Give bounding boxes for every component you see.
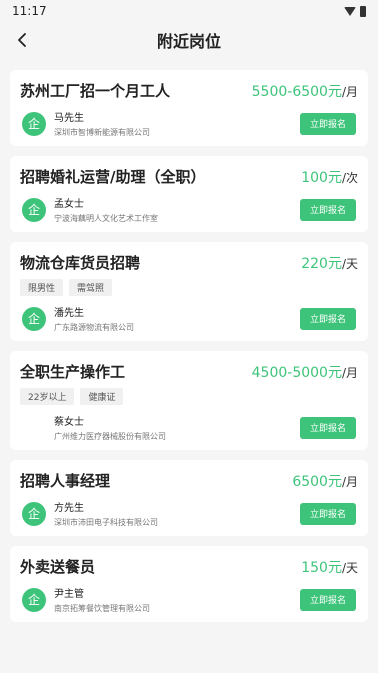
job-title: 外卖送餐员 bbox=[20, 558, 96, 576]
job-title: 招聘人事经理 bbox=[20, 472, 111, 490]
job-tag: 限男性 bbox=[20, 279, 64, 296]
job-tag: 22岁以上 bbox=[20, 388, 75, 405]
contact-name: 孟女士 bbox=[54, 199, 84, 210]
salary-amount: 220元 bbox=[301, 255, 342, 272]
company-logo bbox=[22, 416, 46, 440]
job-card[interactable]: 全职生产操作工 4500-5000元/月 22岁以上 健康证 蔡女士 广州维力医疗… bbox=[10, 351, 368, 450]
company-logo: 企 bbox=[22, 306, 46, 331]
job-header: 外卖送餐员 150元/天 bbox=[20, 556, 358, 577]
header: 附近岗位 bbox=[0, 22, 378, 58]
company-name: 宁波海藕明人文化艺术工作室 bbox=[54, 214, 158, 223]
job-header: 招聘人事经理 6500元/月 bbox=[20, 470, 358, 491]
contact-name: 蔡女士 bbox=[54, 417, 84, 428]
salary-unit: /月 bbox=[341, 84, 358, 99]
salary-unit: /月 bbox=[341, 474, 358, 489]
job-tag: 健康证 bbox=[80, 388, 124, 405]
job-header: 全职生产操作工 4500-5000元/月 bbox=[20, 361, 358, 382]
job-tag: 需驾照 bbox=[69, 279, 113, 296]
company-logo: 企 bbox=[22, 501, 46, 526]
contact-info: 马先生 深圳市智博新能源有限公司 bbox=[54, 109, 300, 138]
contact-info: 孟女士 宁波海藕明人文化艺术工作室 bbox=[54, 195, 300, 224]
job-footer: 企 尹主管 南京拓筹餐饮管理有限公司 立即报名 bbox=[20, 585, 358, 614]
company-name: 深圳市沛田电子科技有限公司 bbox=[54, 518, 158, 527]
salary-unit: /天 bbox=[341, 256, 358, 271]
salary-amount: 100元 bbox=[301, 169, 342, 186]
job-salary: 5500-6500元/月 bbox=[252, 81, 358, 101]
company-logo: 企 bbox=[22, 111, 46, 136]
status-bar: 11:17 bbox=[0, 0, 378, 22]
company-logo: 企 bbox=[22, 587, 46, 612]
company-name: 广州维力医疗器械股份有限公司 bbox=[54, 432, 166, 441]
contact-info: 蔡女士 广州维力医疗器械股份有限公司 bbox=[54, 413, 300, 442]
salary-amount: 5500-6500元 bbox=[251, 83, 342, 100]
contact-info: 潘先生 广东路源物流有限公司 bbox=[54, 304, 300, 333]
job-header: 苏州工厂招一个月工人 5500-6500元/月 bbox=[20, 80, 358, 101]
salary-unit: /次 bbox=[341, 170, 358, 185]
contact-name: 潘先生 bbox=[54, 308, 84, 319]
contact-name: 马先生 bbox=[54, 113, 84, 124]
apply-button[interactable]: 立即报名 bbox=[300, 307, 356, 330]
salary-amount: 4500-5000元 bbox=[251, 364, 342, 381]
company-name: 深圳市智博新能源有限公司 bbox=[54, 128, 150, 137]
salary-amount: 6500元 bbox=[292, 473, 342, 490]
job-title: 物流仓库货员招聘 bbox=[20, 254, 141, 272]
salary-unit: /天 bbox=[341, 560, 358, 575]
salary-amount: 150元 bbox=[301, 559, 342, 576]
company-name: 广东路源物流有限公司 bbox=[54, 323, 134, 332]
company-logo: 企 bbox=[22, 197, 46, 222]
status-time: 11:17 bbox=[12, 4, 47, 18]
status-icons bbox=[344, 5, 366, 17]
job-footer: 企 孟女士 宁波海藕明人文化艺术工作室 立即报名 bbox=[20, 195, 358, 224]
apply-button[interactable]: 立即报名 bbox=[300, 112, 356, 135]
job-salary: 150元/天 bbox=[301, 557, 358, 577]
job-title: 全职生产操作工 bbox=[20, 363, 126, 381]
salary-unit: /月 bbox=[341, 365, 358, 380]
job-header: 物流仓库货员招聘 220元/天 bbox=[20, 252, 358, 273]
job-card[interactable]: 物流仓库货员招聘 220元/天 限男性 需驾照 企 潘先生 广东路源物流有限公司 … bbox=[10, 242, 368, 341]
job-tags: 22岁以上 健康证 bbox=[20, 388, 358, 405]
job-footer: 蔡女士 广州维力医疗器械股份有限公司 立即报名 bbox=[20, 413, 358, 442]
job-header: 招聘婚礼运营/助理（全职） 100元/次 bbox=[20, 166, 358, 187]
job-card[interactable]: 招聘婚礼运营/助理（全职） 100元/次 企 孟女士 宁波海藕明人文化艺术工作室… bbox=[10, 156, 368, 232]
company-name: 南京拓筹餐饮管理有限公司 bbox=[54, 604, 150, 613]
battery-icon bbox=[360, 5, 366, 17]
job-footer: 企 潘先生 广东路源物流有限公司 立即报名 bbox=[20, 304, 358, 333]
job-list: 苏州工厂招一个月工人 5500-6500元/月 企 马先生 深圳市智博新能源有限… bbox=[0, 58, 378, 622]
job-salary: 100元/次 bbox=[301, 167, 358, 187]
job-title: 苏州工厂招一个月工人 bbox=[20, 82, 171, 100]
apply-button[interactable]: 立即报名 bbox=[300, 198, 356, 221]
contact-info: 方先生 深圳市沛田电子科技有限公司 bbox=[54, 499, 300, 528]
contact-name: 尹主管 bbox=[54, 589, 84, 600]
job-salary: 6500元/月 bbox=[292, 471, 358, 491]
apply-button[interactable]: 立即报名 bbox=[300, 416, 356, 439]
wifi-icon bbox=[344, 6, 356, 16]
job-salary: 220元/天 bbox=[301, 253, 358, 273]
apply-button[interactable]: 立即报名 bbox=[300, 502, 356, 525]
job-footer: 企 马先生 深圳市智博新能源有限公司 立即报名 bbox=[20, 109, 358, 138]
job-title: 招聘婚礼运营/助理（全职） bbox=[20, 168, 206, 186]
page-title: 附近岗位 bbox=[156, 32, 221, 51]
job-card[interactable]: 苏州工厂招一个月工人 5500-6500元/月 企 马先生 深圳市智博新能源有限… bbox=[10, 70, 368, 146]
contact-name: 方先生 bbox=[54, 503, 84, 514]
back-icon[interactable] bbox=[12, 30, 32, 50]
contact-info: 尹主管 南京拓筹餐饮管理有限公司 bbox=[54, 585, 300, 614]
job-footer: 企 方先生 深圳市沛田电子科技有限公司 立即报名 bbox=[20, 499, 358, 528]
job-salary: 4500-5000元/月 bbox=[252, 362, 358, 382]
job-card[interactable]: 招聘人事经理 6500元/月 企 方先生 深圳市沛田电子科技有限公司 立即报名 bbox=[10, 460, 368, 536]
job-card[interactable]: 外卖送餐员 150元/天 企 尹主管 南京拓筹餐饮管理有限公司 立即报名 bbox=[10, 546, 368, 622]
apply-button[interactable]: 立即报名 bbox=[300, 588, 356, 611]
job-tags: 限男性 需驾照 bbox=[20, 279, 358, 296]
